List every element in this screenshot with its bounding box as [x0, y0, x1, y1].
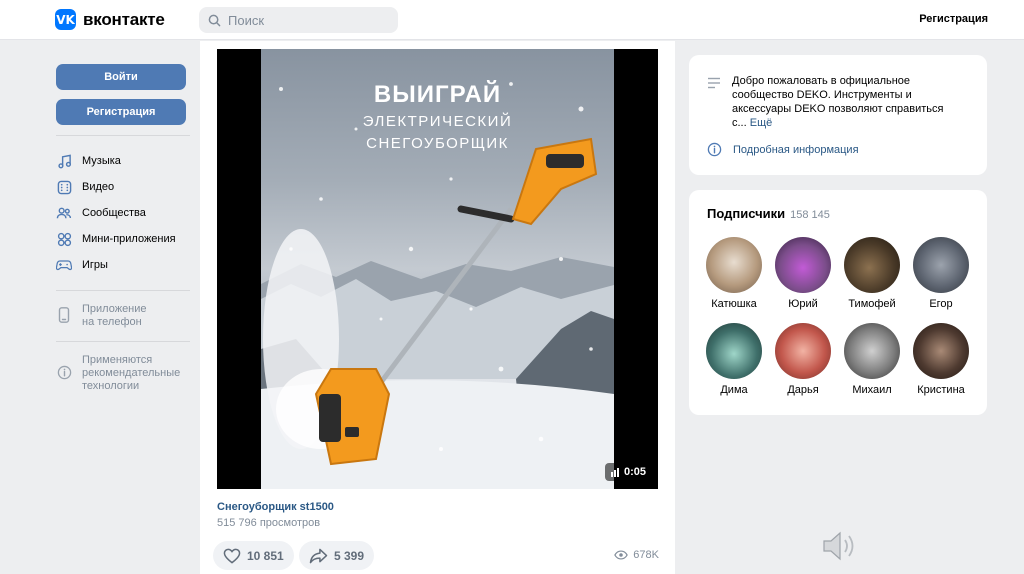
info-circle-icon [707, 142, 722, 157]
poster-subtitle-line2: СНЕГОУБОРЩИК [366, 135, 509, 152]
speaker-icon [823, 531, 854, 561]
avatar [775, 323, 831, 379]
search-icon [208, 14, 221, 26]
nav-item-video[interactable]: Видео [56, 174, 186, 200]
video-title[interactable]: Снегоуборщик st1500 [217, 501, 334, 513]
nav-item-communities[interactable]: Сообщества [56, 200, 186, 226]
subscribers-header[interactable]: Подписчики 158 145 [707, 206, 830, 221]
sidebar-divider [56, 135, 190, 136]
search-box[interactable] [199, 7, 398, 33]
subscriber-name: Юрий [788, 298, 818, 310]
top-header: VK вконтакте Регистрация [0, 0, 1024, 40]
video-view-count: 515 796 просмотров [217, 517, 321, 529]
register-button[interactable]: Регистрация [56, 99, 186, 125]
nav-label-music: Музыка [82, 155, 121, 167]
logo-text: вконтакте [83, 9, 165, 29]
mini-apps-icon [56, 231, 72, 247]
avatar [706, 323, 762, 379]
community-about-card: Добро пожаловать в официальное сообществ… [689, 55, 987, 175]
phone-icon [56, 307, 72, 323]
sidebar-divider-2 [56, 290, 190, 291]
subscriber-item[interactable]: Егор [906, 237, 976, 310]
poster-title: ВЫИГРАЙ [373, 81, 502, 108]
subscriber-name: Дарья [787, 384, 819, 396]
recommendation-tech-label: Применяются рекомендательные технологии [82, 354, 181, 392]
subscriber-item[interactable]: Дима [699, 323, 769, 396]
nav-label-communities: Сообщества [82, 207, 146, 219]
nav-item-games[interactable]: Игры [56, 252, 186, 278]
avatar [913, 237, 969, 293]
subscriber-item[interactable]: Дарья [768, 323, 838, 396]
share-button[interactable]: 5 399 [299, 541, 375, 570]
nav-label-games: Игры [82, 259, 108, 271]
video-duration: 0:05 [623, 466, 646, 478]
avatar [913, 323, 969, 379]
subscriber-item[interactable]: Юрий [768, 237, 838, 310]
like-button[interactable]: 10 851 [213, 541, 294, 570]
sidebar-divider-3 [56, 341, 190, 342]
subscriber-item[interactable]: Кристина [906, 323, 976, 396]
info-icon [56, 364, 72, 380]
description-lines-icon [708, 77, 720, 89]
video-poster: ВЫИГРАЙ ЭЛЕКТРИЧЕСКИЙ СНЕГОУБОРЩИК [261, 49, 614, 489]
share-icon [309, 548, 328, 563]
about-more-link[interactable]: Ещё [750, 117, 773, 129]
subscriber-item[interactable]: Михаил [837, 323, 907, 396]
login-button[interactable]: Войти [56, 64, 186, 90]
subscribers-card: Подписчики 158 145 Катюшка Юрий Тимофей … [689, 190, 987, 415]
subscriber-name: Егор [929, 298, 953, 310]
subscriber-name: Михаил [852, 384, 892, 396]
about-text-block: Добро пожаловать в официальное сообществ… [732, 74, 952, 130]
about-description-row: Добро пожаловать в официальное сообществ… [707, 74, 952, 130]
subscriber-name: Тимофей [848, 298, 896, 310]
games-icon [56, 257, 72, 273]
share-count: 5 399 [334, 548, 365, 563]
music-icon [56, 153, 72, 169]
subscriber-name: Кристина [917, 384, 965, 396]
eye-icon [614, 550, 629, 560]
nav-item-music[interactable]: Музыка [56, 148, 186, 174]
phone-app-label: Приложение на телефон [82, 303, 147, 328]
video-duration-badge: 0:05 [604, 463, 652, 481]
volume-bars-icon [610, 467, 619, 477]
subscribers-count: 158 145 [790, 209, 830, 221]
avatar [844, 323, 900, 379]
subscriber-item[interactable]: Тимофей [837, 237, 907, 310]
subscribers-title: Подписчики [707, 206, 786, 221]
subscriber-name: Катюшка [711, 298, 757, 310]
subscriber-name: Дима [720, 384, 748, 396]
recommendation-tech-link[interactable]: Применяются рекомендательные технологии [56, 354, 186, 393]
nav-item-mini-apps[interactable]: Мини-приложения [56, 226, 186, 252]
header-register-link[interactable]: Регистрация [919, 13, 988, 25]
nav-label-video: Видео [82, 181, 115, 193]
poster-subtitle-line1: ЭЛЕКТРИЧЕСКИЙ [362, 113, 513, 130]
vk-logo-icon: VK [55, 9, 76, 30]
total-views-count: 678K [633, 549, 659, 561]
video-player[interactable]: ВЫИГРАЙ ЭЛЕКТРИЧЕСКИЙ СНЕГОУБОРЩИК 0:05 [217, 49, 658, 489]
avatar [775, 237, 831, 293]
video-post: ВЫИГРАЙ ЭЛЕКТРИЧЕСКИЙ СНЕГОУБОРЩИК 0:05 … [200, 41, 675, 574]
total-views: 678K [614, 549, 659, 561]
vk-logo[interactable]: VK вконтакте [55, 9, 165, 30]
subscriber-item[interactable]: Катюшка [699, 237, 769, 310]
details-link: Подробная информация [733, 143, 859, 156]
communities-icon [56, 205, 72, 221]
search-input[interactable] [228, 12, 388, 28]
avatar [706, 237, 762, 293]
details-link-row[interactable]: Подробная информация [707, 142, 859, 157]
like-count: 10 851 [247, 548, 284, 563]
phone-app-link[interactable]: Приложение на телефон [56, 303, 186, 329]
left-sidebar: Войти Регистрация Музыка Видео Сообществ… [56, 64, 190, 393]
video-icon [56, 179, 72, 195]
heart-icon [223, 548, 241, 564]
avatar [844, 237, 900, 293]
nav-label-mini-apps: Мини-приложения [82, 233, 176, 245]
